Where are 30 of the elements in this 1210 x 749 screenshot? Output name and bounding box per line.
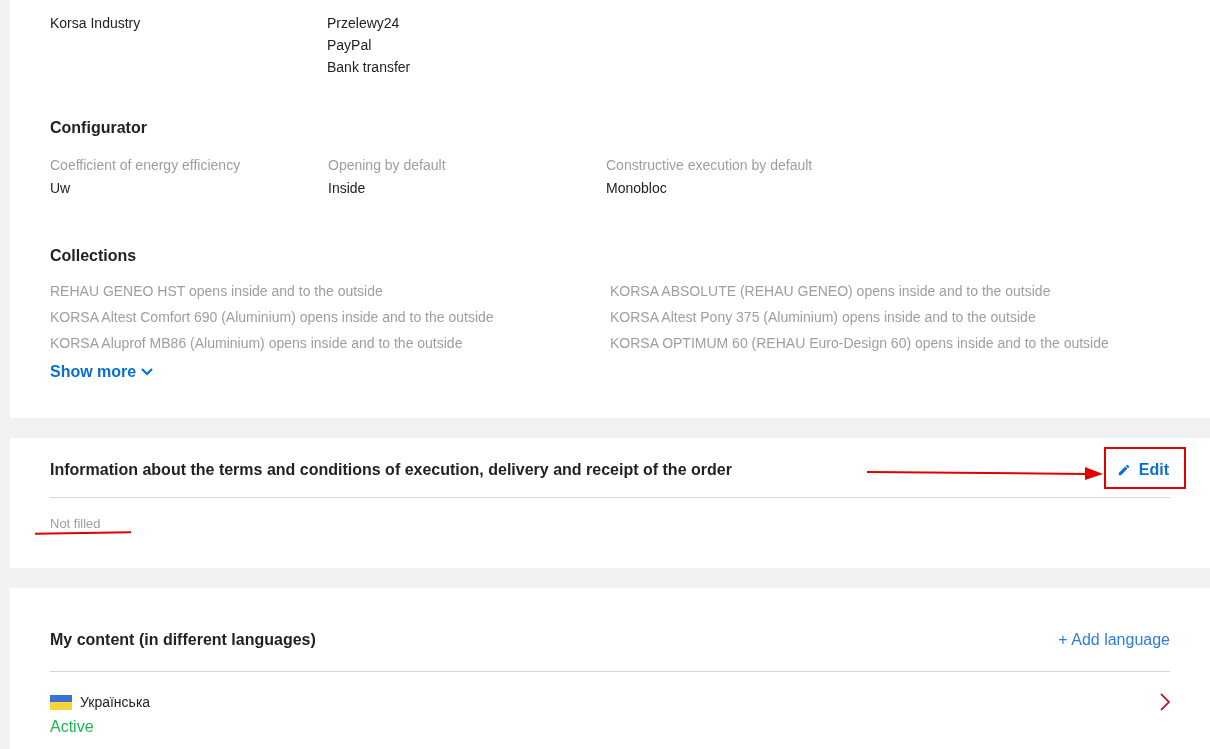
payment-method: Bank transfer [327, 58, 411, 77]
not-filled-text: Not filled [50, 515, 102, 533]
add-language-link[interactable]: + Add language [1058, 628, 1170, 652]
chevron-right-icon[interactable] [1160, 693, 1170, 711]
section-title: Collections [50, 246, 138, 266]
status-text: Active [50, 717, 95, 737]
section-title: My content (in different languages) [50, 630, 316, 650]
chevron-down-icon [140, 367, 155, 377]
section-title: Information about the terms and conditions of execution, delivery and receipt of the order [50, 460, 732, 480]
field-label: Constructive execution by default [606, 156, 814, 175]
collection-item: KORSA ABSOLUTE (REHAU GENEO) opens inside and to the outside [610, 282, 1052, 301]
payment-method: Przelewy24 [327, 14, 401, 33]
show-more-button[interactable]: Show more [50, 361, 155, 383]
collection-item: KORSA Aluprof MB86 (Aluminium) opens inside and to the outside [50, 334, 464, 353]
flag-icon [50, 694, 72, 710]
firm-value: Korsa Industry [50, 14, 142, 33]
collection-item: KORSA OPTIMUM 60 (REHAU Euro-Design 60) opens inside and to the outside [610, 334, 1110, 353]
collection-item: KORSA Altest Comfort 690 (Aluminium) opens inside and to the outside [50, 308, 495, 327]
edit-button[interactable]: Edit [1116, 458, 1169, 482]
pencil-icon [1116, 463, 1131, 477]
payment-method: PayPal [327, 36, 373, 55]
field-label: Coefficient of energy efficiency [50, 156, 242, 175]
collection-item: KORSA Altest Pony 375 (Aluminium) opens inside and to the outside [610, 308, 1037, 327]
field-value: Inside [328, 179, 367, 198]
field-label: Opening by default [328, 156, 447, 175]
language-name: Українська [80, 693, 151, 712]
collection-item: REHAU GENEO HST opens inside and to the outside [50, 282, 384, 301]
field-value: Uw [50, 179, 72, 198]
section-title: Configurator [50, 118, 148, 138]
field-value: Monobloc [606, 179, 668, 198]
